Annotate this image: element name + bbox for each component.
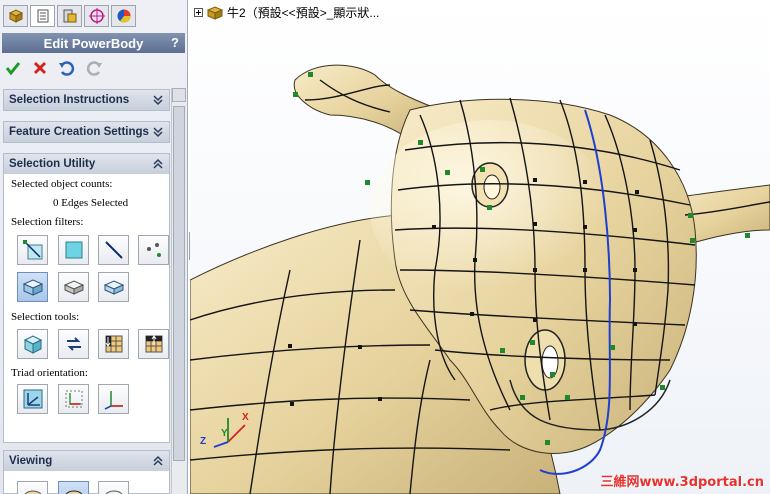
feature-creation-settings-group: Feature Creation Settings: [3, 121, 170, 143]
filter-face-button[interactable]: [58, 235, 89, 265]
feature-creation-settings-header[interactable]: Feature Creation Settings: [4, 122, 169, 142]
triad-global-icon: [23, 389, 42, 409]
view-shaded-button[interactable]: [17, 481, 48, 494]
grow-selection-tool-button[interactable]: [98, 329, 129, 359]
action-toolbar: [4, 59, 103, 77]
viewing-group: Viewing: [3, 450, 170, 494]
viewing-header[interactable]: Viewing: [4, 451, 169, 471]
face-filter-icon: [65, 241, 82, 259]
shaded-view-icon: [24, 490, 41, 494]
watermark: 三維网www.3dportal.cn: [600, 475, 764, 490]
property-manager-tab[interactable]: [30, 5, 55, 27]
property-manager-icon: [37, 9, 48, 23]
close-icon: [33, 61, 47, 75]
grid-arrow-icon: [105, 335, 122, 353]
swap-icon: [66, 337, 81, 351]
redo-button[interactable]: [85, 59, 103, 77]
property-manager-title-bar: Edit PowerBody ?: [2, 33, 185, 53]
cancel-button[interactable]: [31, 59, 49, 77]
viewing-label: Viewing: [9, 455, 53, 467]
dimxpert-tab[interactable]: [84, 5, 109, 27]
triad-orientation-label: Triad orientation:: [11, 367, 88, 379]
cube-icon: [23, 335, 42, 354]
feature-manager-tab[interactable]: [3, 5, 28, 27]
checkmark-icon: [5, 62, 21, 76]
property-manager-scrollbar[interactable]: [171, 88, 186, 494]
filter-body-button[interactable]: [17, 272, 48, 302]
configuration-manager-icon: [63, 9, 76, 23]
selection-utility-header[interactable]: Selection Utility: [4, 154, 169, 174]
triad-local-button[interactable]: [58, 384, 89, 414]
surface-filter-icon: [103, 280, 124, 295]
page-title: Edit PowerBody: [43, 35, 144, 51]
display-manager-tab[interactable]: [111, 5, 136, 27]
triad-normal-icon: [104, 391, 123, 410]
undo-icon: [59, 61, 75, 76]
invert-selection-tool-button[interactable]: [58, 329, 89, 359]
selection-filters-label: Selection filters:: [11, 216, 84, 228]
select-all-tool-button[interactable]: [17, 329, 48, 359]
selection-instructions-label: Selection Instructions: [9, 94, 130, 106]
help-button[interactable]: ?: [171, 35, 179, 50]
triad-local-icon: [65, 390, 82, 408]
eye-inner: [483, 174, 501, 200]
body-filter-icon: [22, 279, 43, 296]
shrink-selection-tool-button[interactable]: [138, 329, 169, 359]
undo-button[interactable]: [58, 59, 76, 77]
filter-vertex-button[interactable]: [17, 235, 48, 265]
selection-instructions-header[interactable]: Selection Instructions: [4, 90, 169, 110]
triad-x-label: X: [242, 412, 249, 423]
mesh-view-icon: [65, 490, 82, 494]
view-wireframe-button[interactable]: [98, 481, 129, 494]
configuration-manager-tab[interactable]: [57, 5, 82, 27]
wireframe-view-icon: [105, 490, 122, 494]
chevron-down-icon[interactable]: [152, 94, 164, 106]
scrollbar-thumb[interactable]: [173, 106, 185, 461]
edges-selected-count: 0 Edges Selected: [53, 197, 129, 209]
filter-solid-button[interactable]: [58, 272, 89, 302]
chevron-up-icon[interactable]: [152, 455, 164, 467]
selection-instructions-group: Selection Instructions: [3, 89, 170, 111]
filter-edge-button[interactable]: [98, 235, 129, 265]
chevron-up-icon[interactable]: [152, 158, 164, 170]
filter-surface-button[interactable]: [98, 272, 129, 302]
chevron-down-icon[interactable]: [152, 126, 164, 138]
manager-tabs: [0, 0, 187, 29]
selection-tools-label: Selection tools:: [11, 311, 80, 323]
selection-utility-label: Selection Utility: [9, 158, 96, 170]
feature-creation-settings-label: Feature Creation Settings: [9, 126, 149, 138]
triad-z-label: Z: [200, 436, 207, 447]
edge-filter-icon: [104, 241, 123, 259]
feature-manager-icon: [8, 9, 23, 23]
cow-model[interactable]: [190, 0, 770, 494]
display-manager-icon: [117, 9, 130, 23]
redo-icon: [86, 61, 102, 76]
ok-button[interactable]: [4, 59, 22, 77]
vertex-filter-icon: [22, 240, 42, 260]
property-manager-panel: Edit PowerBody ? Selection Instructions …: [0, 0, 188, 494]
control-point-filter-icon: [146, 243, 161, 257]
triad-global-button[interactable]: [17, 384, 48, 414]
grid-up-icon: [145, 335, 162, 353]
view-mesh-button[interactable]: [58, 481, 89, 494]
filter-control-point-button[interactable]: [138, 235, 169, 265]
selection-utility-group: Selection Utility Selected object counts…: [3, 153, 170, 443]
triad-y-label: Y: [221, 428, 228, 439]
dim-xpert-icon: [88, 8, 105, 24]
triad-normal-button[interactable]: [98, 384, 129, 414]
selected-counts-label: Selected object counts:: [11, 178, 113, 190]
graphics-area[interactable]: 牛2（預設<<預設>_顯示狀... X Y Z 三維网www.3dportal.…: [190, 0, 770, 494]
scroll-up-button[interactable]: [172, 88, 186, 102]
solid-filter-icon: [63, 280, 84, 295]
